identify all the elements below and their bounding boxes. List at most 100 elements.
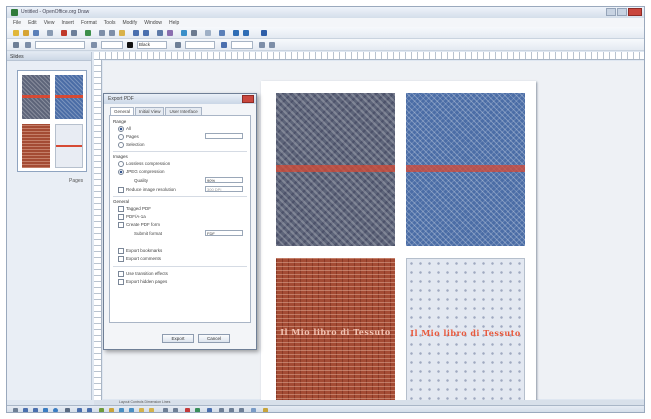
resolution-select[interactable]: 300 DPI xyxy=(205,186,243,192)
grid-icon[interactable] xyxy=(233,30,239,36)
pdfa-checkbox[interactable]: PDF/A-1a xyxy=(118,214,146,220)
3d-effects-icon[interactable] xyxy=(263,408,268,412)
chart-icon[interactable] xyxy=(167,30,173,36)
fabric-tile-brick[interactable]: Il Mio libro di Tessuto xyxy=(276,258,395,411)
reduce-resolution-checkbox[interactable]: Reduce image resolution xyxy=(118,187,176,193)
line-color-icon[interactable] xyxy=(127,42,133,48)
lossless-radio[interactable]: Lossless compression xyxy=(118,161,170,167)
open-folder-icon[interactable] xyxy=(23,30,29,36)
title-bar: Untitled - OpenOffice.org Draw xyxy=(7,7,644,18)
snap-icon[interactable] xyxy=(243,30,249,36)
menu-tools[interactable]: Tools xyxy=(104,20,116,26)
pages-field[interactable] xyxy=(205,133,243,139)
curve-icon[interactable] xyxy=(77,408,82,412)
align-icon[interactable] xyxy=(219,408,224,412)
area-icon[interactable] xyxy=(175,42,181,48)
line-width-field[interactable] xyxy=(101,41,123,49)
edit-file-icon[interactable] xyxy=(47,30,53,36)
line-width-icon[interactable] xyxy=(91,42,97,48)
fill-color-icon[interactable] xyxy=(221,42,227,48)
submit-format-select[interactable]: FDF xyxy=(205,230,243,236)
menu-edit[interactable]: Edit xyxy=(28,20,37,26)
minimize-button[interactable] xyxy=(606,8,616,16)
basic-shapes-icon[interactable] xyxy=(99,408,104,412)
connector-icon[interactable] xyxy=(87,408,92,412)
toggle-extrusion-icon[interactable] xyxy=(251,408,256,412)
menu-insert[interactable]: Insert xyxy=(61,20,74,26)
help-icon[interactable] xyxy=(205,30,211,36)
fabric-tile-blue[interactable] xyxy=(406,93,525,246)
create-form-checkbox[interactable]: Create PDF form xyxy=(118,222,160,228)
shadow-icon[interactable] xyxy=(259,42,265,48)
fontwork-icon[interactable] xyxy=(185,408,190,412)
flowchart-icon[interactable] xyxy=(129,408,134,412)
page-thumbnail[interactable] xyxy=(17,70,87,172)
menu-format[interactable]: Format xyxy=(81,20,97,26)
page[interactable]: Il Mio libro di Tessuto Il Mio libro di … xyxy=(261,81,536,411)
export-bookmarks-checkbox[interactable]: Export bookmarks xyxy=(118,248,162,254)
ellipse-icon[interactable] xyxy=(53,408,58,412)
table-icon[interactable] xyxy=(157,30,163,36)
undo-icon[interactable] xyxy=(133,30,139,36)
layer-tab-labels[interactable]: Layout Controls Dimension Lines xyxy=(119,400,170,404)
cancel-button[interactable]: Cancel xyxy=(198,334,230,343)
print-icon[interactable] xyxy=(71,30,77,36)
jpeg-radio[interactable]: JPEG compression xyxy=(118,169,165,175)
export-comments-checkbox[interactable]: Export comments xyxy=(118,256,161,262)
menu-view[interactable]: View xyxy=(44,20,55,26)
maximize-button[interactable] xyxy=(617,8,627,16)
select-icon[interactable] xyxy=(13,408,18,412)
new-document-icon[interactable] xyxy=(13,30,19,36)
menu-window[interactable]: Window xyxy=(144,20,162,26)
from-file-icon[interactable] xyxy=(195,408,200,412)
menu-help[interactable]: Help xyxy=(169,20,179,26)
export-button[interactable]: Export xyxy=(162,334,194,343)
range-selection-radio[interactable]: Selection xyxy=(118,142,145,148)
stars-icon[interactable] xyxy=(149,408,154,412)
drawing-toolbar xyxy=(7,405,644,412)
fabric-tile-light[interactable]: Il Mio libro di Tessuto xyxy=(406,258,525,411)
arrow-line-icon[interactable] xyxy=(33,408,38,412)
cut-icon[interactable] xyxy=(99,30,105,36)
tagged-pdf-checkbox[interactable]: Tagged PDF xyxy=(118,206,151,212)
distribute-icon[interactable] xyxy=(239,408,244,412)
paste-icon[interactable] xyxy=(119,30,125,36)
arrange-icon[interactable] xyxy=(229,408,234,412)
line-style-field[interactable] xyxy=(35,41,85,49)
line-icon[interactable] xyxy=(23,408,28,412)
callouts-icon[interactable] xyxy=(139,408,144,412)
transitions-checkbox[interactable]: Use transition effects xyxy=(118,271,168,277)
block-arrows-icon[interactable] xyxy=(119,408,124,412)
hidden-pages-checkbox[interactable]: Export hidden pages xyxy=(118,279,167,285)
extras-icon[interactable] xyxy=(261,30,267,36)
zoom-icon[interactable] xyxy=(191,30,197,36)
menu-modify[interactable]: Modify xyxy=(122,20,137,26)
symbol-shapes-icon[interactable] xyxy=(109,408,114,412)
fill-color-field[interactable] xyxy=(231,41,253,49)
export-pdf-icon[interactable] xyxy=(61,30,67,36)
display-icon[interactable] xyxy=(219,30,225,36)
redo-icon[interactable] xyxy=(143,30,149,36)
area-style-field[interactable] xyxy=(185,41,215,49)
rotate-icon[interactable] xyxy=(269,42,275,48)
select-arrow-icon[interactable] xyxy=(13,42,19,48)
spellcheck-icon[interactable] xyxy=(85,30,91,36)
save-icon[interactable] xyxy=(33,30,39,36)
thumb-tile-blue xyxy=(55,75,83,119)
fabric-tile-blue-grey[interactable] xyxy=(276,93,395,246)
range-pages-radio[interactable]: Pages xyxy=(118,134,139,140)
copy-icon[interactable] xyxy=(109,30,115,36)
extrusion-icon[interactable] xyxy=(207,408,212,412)
glue-points-icon[interactable] xyxy=(173,408,178,412)
line-color-field[interactable]: Black xyxy=(137,41,167,49)
range-all-radio[interactable]: All xyxy=(118,126,131,132)
close-window-button[interactable] xyxy=(628,8,642,16)
menu-file[interactable]: File xyxy=(13,20,21,26)
line-style-icon[interactable] xyxy=(25,42,31,48)
rectangle-icon[interactable] xyxy=(43,408,48,412)
text-icon[interactable] xyxy=(65,408,70,412)
dialog-close-button[interactable] xyxy=(242,95,254,103)
navigator-icon[interactable] xyxy=(181,30,187,36)
quality-spinbox[interactable]: 90% xyxy=(205,177,243,183)
points-icon[interactable] xyxy=(163,408,168,412)
